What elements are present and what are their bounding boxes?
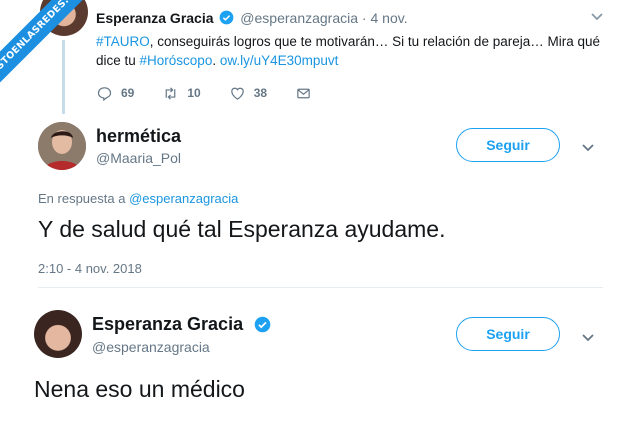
author-name[interactable]: hermética xyxy=(96,126,181,147)
retweet-icon xyxy=(166,86,176,100)
answer-tweet: Esperanza Gracia @esperanzagracia Seguir… xyxy=(0,288,635,434)
tweet-header: Esperanza Gracia @esperanzagracia · 4 no… xyxy=(96,10,408,26)
chevron-down-icon[interactable] xyxy=(588,10,606,24)
thread-connector-line xyxy=(62,40,65,114)
direct-message-button[interactable] xyxy=(295,85,320,102)
like-count: 38 xyxy=(253,86,268,100)
tweet-text: #TAURO, conseguirás logros que te motiva… xyxy=(96,32,616,70)
tweet-timestamp[interactable]: 2:10 - 4 nov. 2018 xyxy=(38,261,142,276)
reply-to-mention[interactable]: @esperanzagracia xyxy=(129,191,238,206)
heart-icon xyxy=(230,87,244,100)
retweet-button[interactable]: 10 xyxy=(162,85,201,102)
reply-context: En respuesta a @esperanzagracia xyxy=(38,191,238,206)
tweet-actions: 69 10 38 xyxy=(96,84,348,102)
hashtag-link[interactable]: #Horóscopo xyxy=(140,53,213,68)
reply-prefix: En respuesta a xyxy=(38,191,130,206)
author-name-row: Esperanza Gracia xyxy=(92,314,273,335)
parent-tweet: Esperanza Gracia @esperanzagracia · 4 no… xyxy=(0,0,635,114)
tweet-date[interactable]: 4 nov. xyxy=(370,10,407,26)
reply-tweet: hermética @Maaria_Pol Seguir En respuest… xyxy=(0,112,635,288)
follow-button[interactable]: Seguir xyxy=(456,128,560,162)
avatar[interactable] xyxy=(38,122,86,170)
tweet-text-part: . xyxy=(212,53,220,68)
like-button[interactable]: 38 xyxy=(229,85,267,102)
chevron-down-icon[interactable] xyxy=(580,142,596,154)
meta-separator: · xyxy=(358,10,371,26)
author-handle[interactable]: @esperanzagracia xyxy=(240,10,358,26)
avatar[interactable] xyxy=(34,310,82,358)
author-handle[interactable]: @esperanzagracia xyxy=(92,339,210,355)
verified-badge-icon xyxy=(254,316,271,333)
url-link[interactable]: ow.ly/uY4E30mpuvt xyxy=(220,53,339,68)
tweet-text: Y de salud qué tal Esperanza ayudame. xyxy=(38,216,446,242)
follow-button[interactable]: Seguir xyxy=(456,317,560,351)
envelope-icon xyxy=(297,88,310,98)
avatar-photo xyxy=(38,122,86,170)
author-name[interactable]: Esperanza Gracia xyxy=(96,10,214,26)
reply-count: 69 xyxy=(121,86,135,100)
author-name[interactable]: Esperanza Gracia xyxy=(92,314,243,334)
reply-icon xyxy=(97,86,112,101)
reply-button[interactable]: 69 xyxy=(96,85,134,102)
tweet-text: Nena eso un médico xyxy=(34,376,245,402)
verified-badge-icon xyxy=(220,10,234,25)
author-handle[interactable]: @Maaria_Pol xyxy=(96,150,181,166)
chevron-down-icon[interactable] xyxy=(580,332,596,344)
hashtag-link[interactable]: #TAURO xyxy=(96,34,150,49)
retweet-count: 10 xyxy=(187,86,201,100)
